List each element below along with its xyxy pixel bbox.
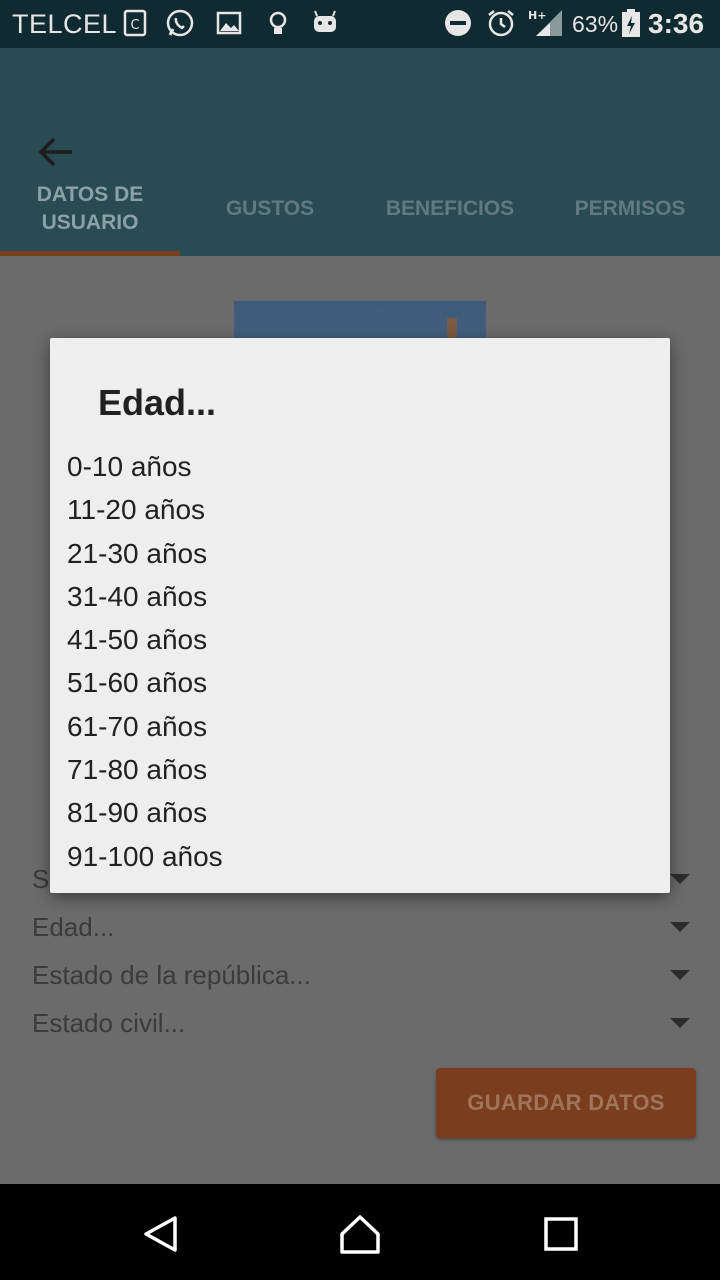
spinner-label: Edad... (32, 912, 115, 942)
age-option[interactable]: 71-80 años (67, 748, 657, 791)
estado-republica-spinner[interactable]: Estado de la república... (32, 954, 692, 998)
alarm-icon (488, 10, 514, 37)
age-option[interactable]: 31-40 años (67, 575, 657, 618)
dropdown-arrow-icon (670, 922, 690, 932)
dialog-title: Edad... (98, 382, 217, 423)
home-nav-icon[interactable] (338, 1214, 382, 1254)
tab-permisos[interactable]: PERMISOS (540, 162, 720, 256)
gallery-icon (216, 11, 242, 35)
edad-spinner[interactable]: Edad... (32, 906, 692, 950)
status-bar: TELCEL C H+ 63% 3:36 (0, 0, 720, 48)
age-option[interactable]: 11-20 años (67, 488, 657, 531)
spinner-label: Estado de la república... (32, 960, 311, 990)
age-option[interactable]: 61-70 años (67, 705, 657, 748)
tab-gustos[interactable]: GUSTOS (180, 162, 360, 256)
back-nav-icon[interactable] (140, 1214, 180, 1254)
carrier-name: TELCEL (12, 9, 118, 39)
profile-image-detail (447, 318, 457, 338)
dropdown-arrow-icon (670, 970, 690, 980)
dropdown-arrow-icon (670, 1018, 690, 1028)
lightbulb-icon (269, 11, 287, 34)
age-option[interactable]: 41-50 años (67, 618, 657, 661)
clock: 3:36 (648, 8, 705, 39)
recents-nav-icon[interactable] (543, 1214, 579, 1254)
spinner-label: Estado civil... (32, 1008, 186, 1038)
age-option-list: 0-10 años 11-20 años 21-30 años 31-40 añ… (67, 445, 657, 878)
tab-bar: DATOS DE USUARIO GUSTOS BENEFICIOS PERMI… (0, 162, 720, 256)
dropdown-arrow-icon (670, 874, 690, 884)
age-option[interactable]: 0-10 años (67, 445, 657, 488)
svg-text:C: C (130, 18, 139, 33)
age-option[interactable]: 51-60 años (67, 661, 657, 704)
whatsapp-icon (166, 9, 194, 37)
age-option[interactable]: 21-30 años (67, 532, 657, 575)
age-option[interactable]: 81-90 años (67, 791, 657, 834)
tab-datos-de-usuario[interactable]: DATOS DE USUARIO (0, 162, 180, 256)
android-icon (314, 10, 336, 32)
svg-text:H+: H+ (528, 9, 546, 22)
battery-percent: 63% (572, 11, 619, 37)
navigation-bar (0, 1184, 720, 1280)
do-not-disturb-icon (445, 10, 471, 36)
sim-icon: C (123, 9, 147, 37)
signal-icon: H+ (528, 9, 562, 36)
tab-beneficios[interactable]: BENEFICIOS (360, 162, 540, 256)
battery-icon (622, 9, 640, 37)
age-dialog: Edad... 0-10 años 11-20 años 21-30 años … (50, 338, 670, 893)
save-button[interactable]: GUARDAR DATOS (436, 1068, 696, 1138)
estado-civil-spinner[interactable]: Estado civil... (32, 1002, 692, 1046)
age-option[interactable]: 91-100 años (67, 835, 657, 878)
